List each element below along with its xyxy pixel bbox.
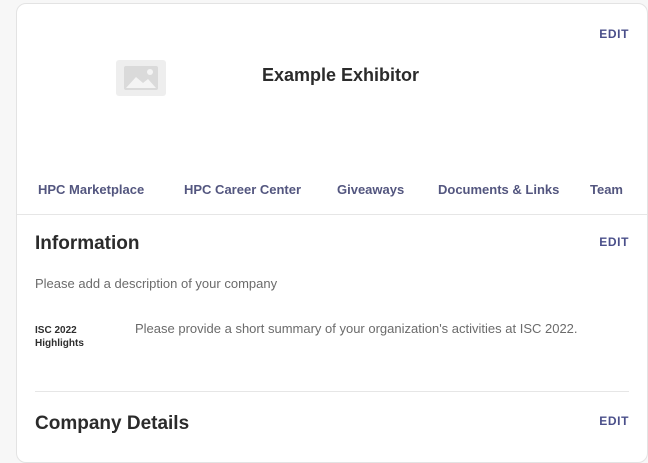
image-placeholder-icon — [116, 60, 166, 96]
tab-team[interactable]: Team — [590, 182, 623, 197]
section-divider — [17, 214, 647, 215]
tab-bar: HPC Marketplace HPC Career Center Giveaw… — [17, 182, 647, 202]
header-edit-button[interactable]: EDIT — [599, 27, 629, 41]
tab-giveaways[interactable]: Giveaways — [337, 182, 404, 197]
highlights-text: Please provide a short summary of your o… — [135, 321, 578, 336]
information-heading: Information — [35, 233, 140, 254]
exhibitor-card: EDIT Example Exhibitor HPC Marketplace H… — [16, 3, 648, 463]
information-edit-button[interactable]: EDIT — [599, 235, 629, 249]
company-details-heading: Company Details — [35, 413, 190, 434]
highlights-label: ISC 2022 Highlights — [35, 324, 115, 350]
section-divider — [35, 391, 629, 392]
highlights-label-line1: ISC 2022 — [35, 325, 77, 336]
tab-hpc-marketplace[interactable]: HPC Marketplace — [38, 182, 144, 197]
exhibitor-title: Example Exhibitor — [262, 65, 420, 85]
company-details-edit-button[interactable]: EDIT — [599, 414, 629, 428]
tab-hpc-career-center[interactable]: HPC Career Center — [184, 182, 301, 197]
company-description: Please add a description of your company — [35, 276, 278, 291]
tab-documents-links[interactable]: Documents & Links — [438, 182, 559, 197]
highlights-label-line2: Highlights — [35, 338, 84, 349]
